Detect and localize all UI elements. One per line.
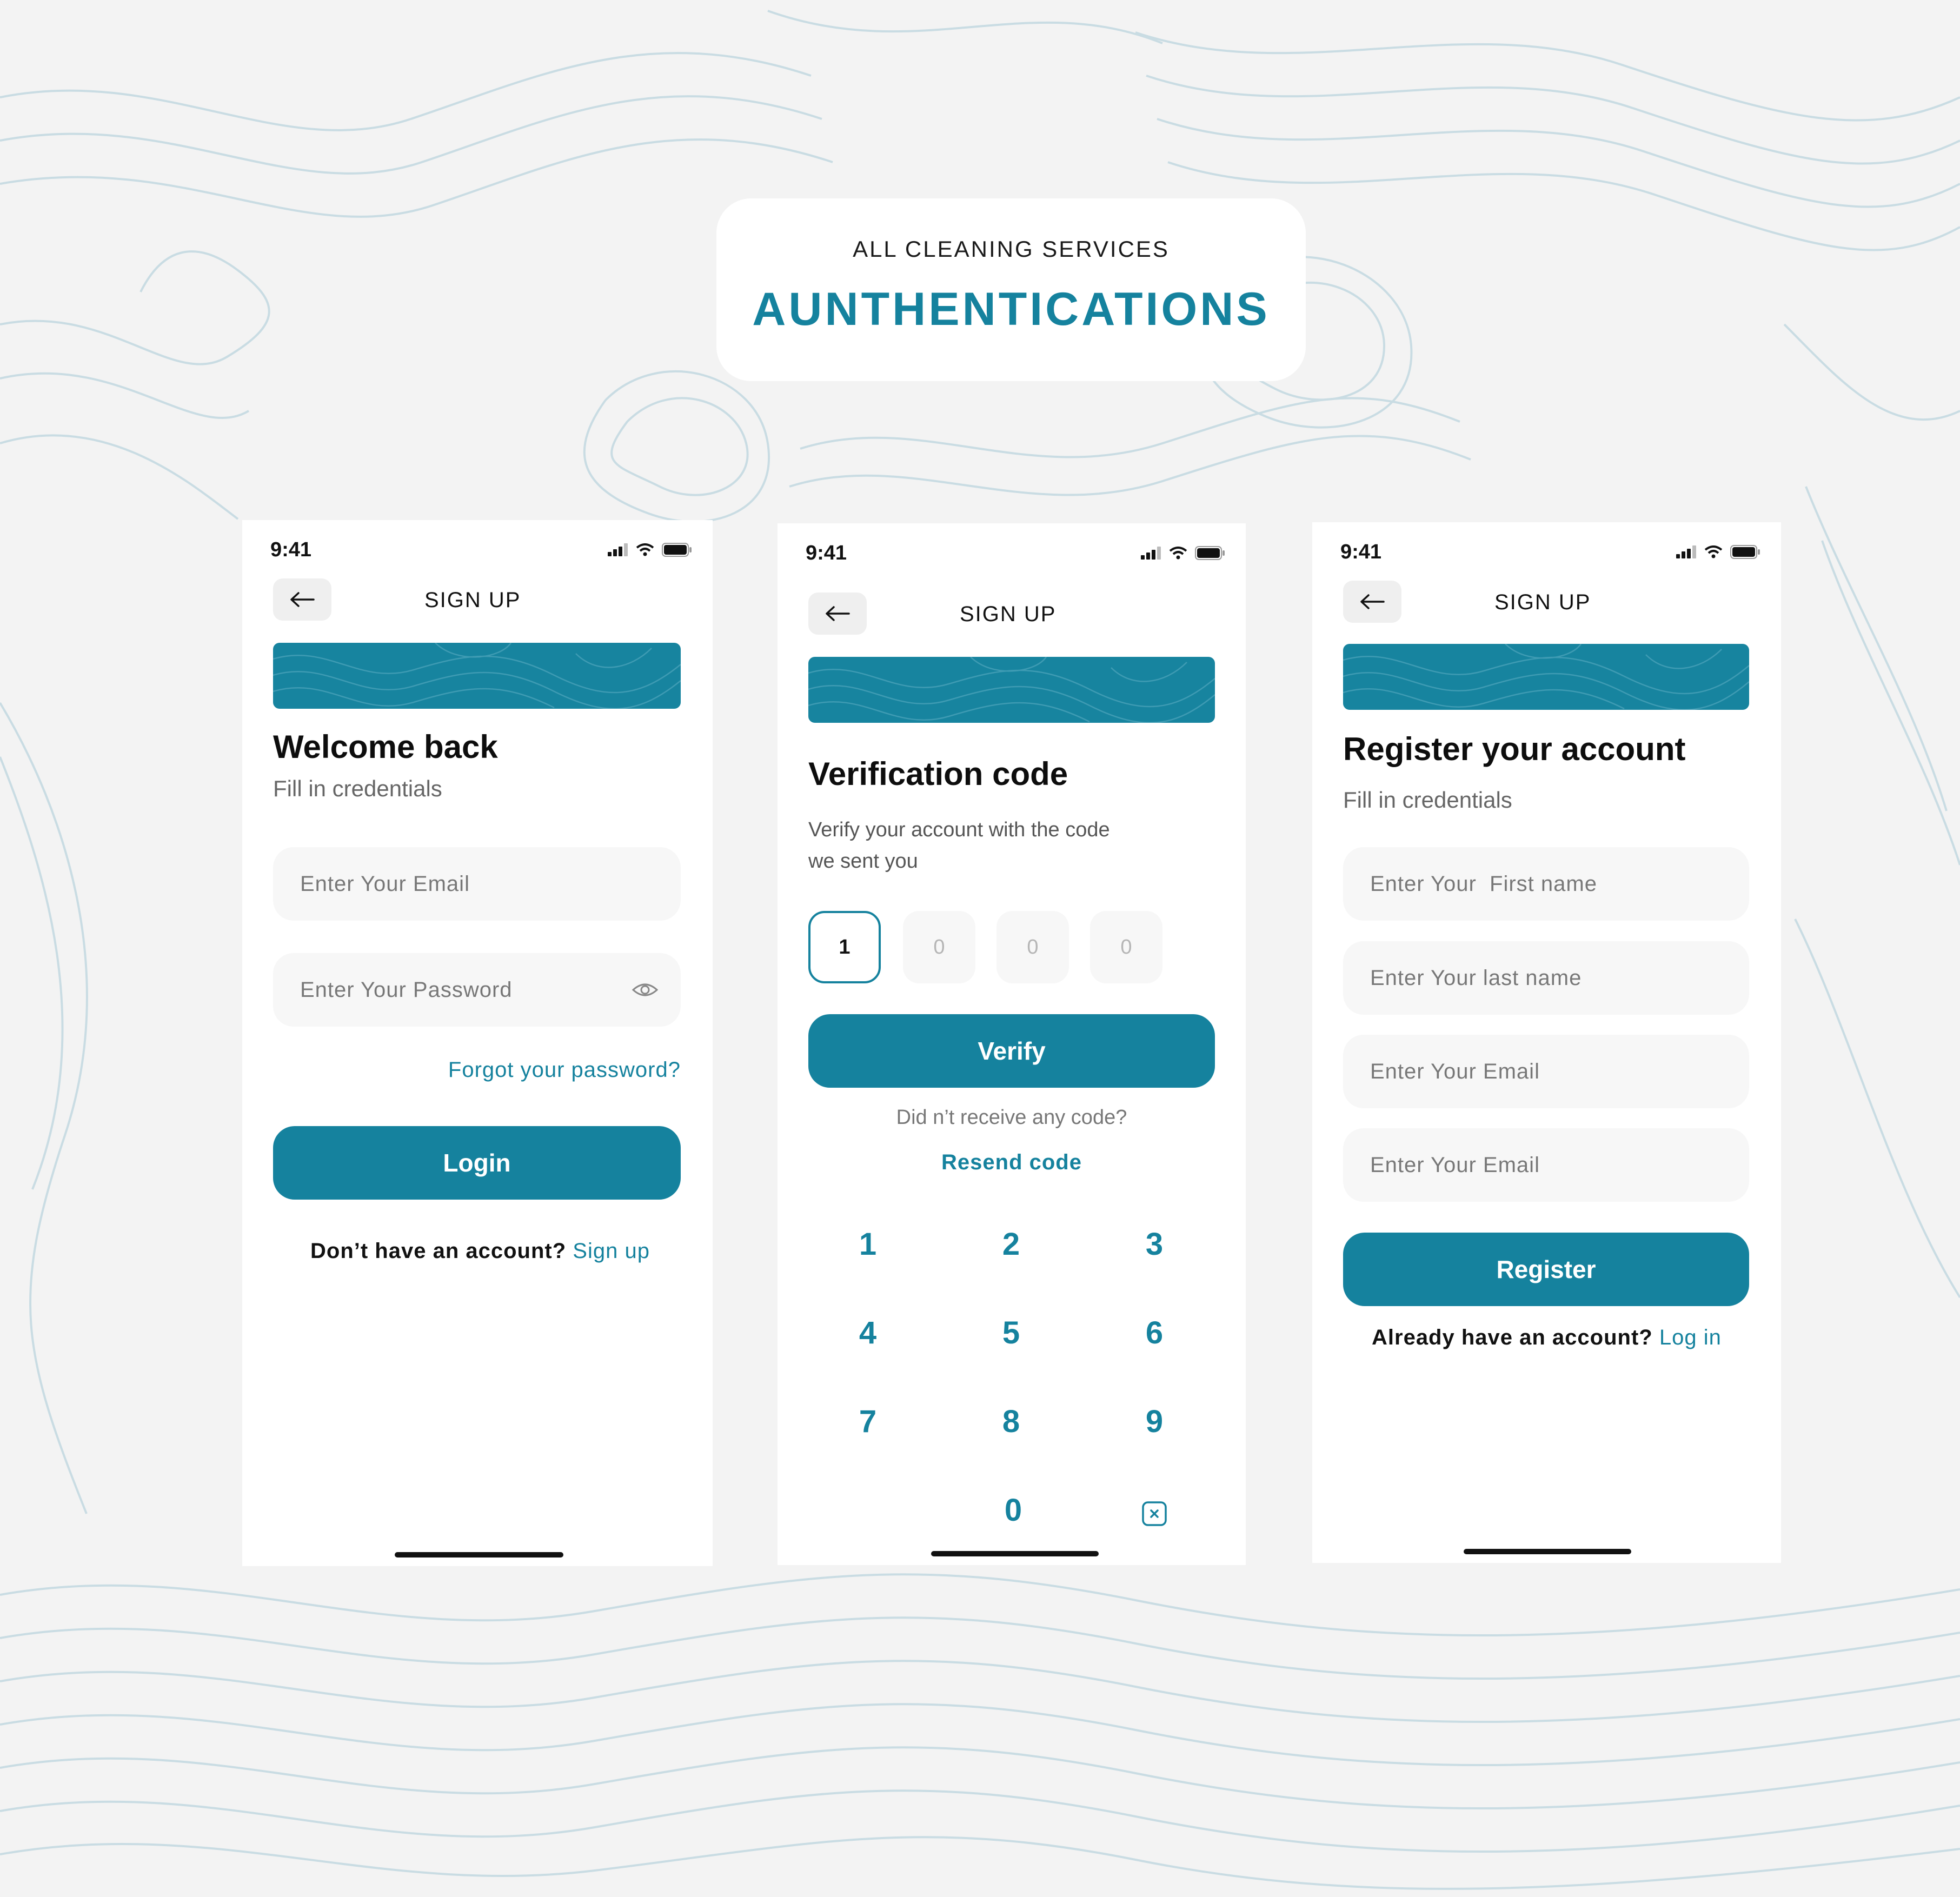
home-indicator: [1464, 1549, 1631, 1554]
home-indicator: [395, 1552, 563, 1557]
login-link[interactable]: Log in: [1659, 1326, 1722, 1349]
register-button[interactable]: Register: [1343, 1233, 1749, 1306]
last-name-field[interactable]: Enter Your last name: [1343, 941, 1749, 1015]
home-indicator: [931, 1551, 1099, 1556]
back-arrow-icon: [826, 606, 850, 621]
keypad-delete-key[interactable]: [1122, 1498, 1187, 1534]
keypad-key-7[interactable]: 7: [835, 1403, 900, 1440]
login-subheading: Fill in credentials: [273, 776, 442, 801]
back-arrow-icon: [290, 592, 315, 607]
nav-title: SIGN UP: [424, 588, 521, 612]
email-field[interactable]: Enter Your Email: [1343, 1035, 1749, 1108]
title-heading: AUNTHENTICATIONS: [752, 283, 1270, 335]
code-digit-1[interactable]: 1: [808, 911, 881, 983]
back-button[interactable]: [1343, 581, 1401, 623]
register-screen: 9:41 SIGN UP Register your account Fill …: [1312, 522, 1781, 1563]
verify-screen: 9:41 SIGN UP Verification code Verify yo…: [778, 523, 1246, 1565]
eye-icon[interactable]: [631, 976, 659, 1004]
first-name-field[interactable]: Enter Your First name: [1343, 847, 1749, 921]
email-field[interactable]: Enter Your Email: [273, 847, 681, 921]
wifi-icon: [1169, 547, 1187, 560]
signup-prompt-text: Don’t have an account?: [310, 1239, 567, 1263]
verify-desc-line1: Verify your account with the code: [808, 818, 1110, 841]
keypad-key-6[interactable]: 6: [1122, 1315, 1187, 1351]
resend-code-link[interactable]: Resend code: [778, 1150, 1246, 1175]
nav-title: SIGN UP: [960, 602, 1057, 626]
signal-icon: [1676, 545, 1696, 558]
title-subtitle: ALL CLEANING SERVICES: [853, 236, 1170, 262]
login-prompt: Already have an account? Log in: [1372, 1326, 1722, 1350]
login-screen: 9:41 SIGN UP Welcome back Fill in creden…: [242, 520, 713, 1566]
keypad-key-8[interactable]: 8: [979, 1403, 1044, 1440]
signup-link[interactable]: Sign up: [573, 1239, 650, 1263]
nav-title: SIGN UP: [1494, 590, 1591, 614]
status-time: 9:41: [806, 542, 847, 564]
login-prompt-text: Already have an account?: [1372, 1326, 1653, 1349]
password-field[interactable]: Enter Your Password: [273, 953, 681, 1027]
wifi-icon: [636, 543, 654, 556]
code-digit-4[interactable]: 0: [1090, 911, 1162, 983]
password-placeholder: Enter Your Password: [300, 977, 513, 1002]
email-field-2[interactable]: Enter Your Email: [1343, 1128, 1749, 1202]
code-digit-3[interactable]: 0: [996, 911, 1069, 983]
forgot-password-link[interactable]: Forgot your password?: [448, 1058, 681, 1082]
register-subheading: Fill in credentials: [1343, 787, 1512, 813]
title-card: ALL CLEANING SERVICES AUNTHENTICATIONS: [716, 198, 1306, 381]
status-icons: [1141, 546, 1225, 560]
verify-button[interactable]: Verify: [808, 1014, 1215, 1088]
keypad-key-9[interactable]: 9: [1122, 1403, 1187, 1440]
wifi-icon: [1704, 545, 1723, 558]
battery-icon: [1730, 545, 1760, 559]
header-banner: [808, 657, 1215, 723]
signal-icon: [1141, 547, 1161, 560]
status-time: 9:41: [1340, 541, 1382, 563]
status-icons: [1676, 545, 1760, 559]
back-button[interactable]: [808, 593, 867, 635]
back-arrow-icon: [1360, 594, 1385, 609]
login-button[interactable]: Login: [273, 1126, 681, 1200]
keypad-key-2[interactable]: 2: [979, 1226, 1044, 1262]
no-code-text: Did n’t receive any code?: [896, 1106, 1127, 1129]
keypad-key-3[interactable]: 3: [1122, 1226, 1187, 1262]
battery-icon: [662, 543, 692, 557]
verify-desc-line2: we sent you: [808, 850, 918, 873]
delete-key-icon: [1142, 1501, 1167, 1526]
code-digit-2[interactable]: 0: [903, 911, 975, 983]
back-button[interactable]: [273, 578, 331, 621]
header-banner: [273, 643, 681, 709]
keypad-key-4[interactable]: 4: [835, 1315, 900, 1351]
keypad-key-0[interactable]: 0: [981, 1492, 1046, 1528]
keypad-key-5[interactable]: 5: [979, 1315, 1044, 1351]
verify-heading: Verification code: [808, 756, 1068, 792]
register-heading: Register your account: [1343, 731, 1686, 767]
status-time: 9:41: [270, 538, 312, 561]
login-heading: Welcome back: [273, 729, 498, 765]
header-banner: [1343, 644, 1749, 710]
battery-icon: [1195, 546, 1225, 560]
status-icons: [608, 543, 692, 557]
signal-icon: [608, 543, 628, 556]
signup-prompt: Don’t have an account? Sign up: [310, 1239, 650, 1263]
keypad-key-1[interactable]: 1: [835, 1226, 900, 1262]
